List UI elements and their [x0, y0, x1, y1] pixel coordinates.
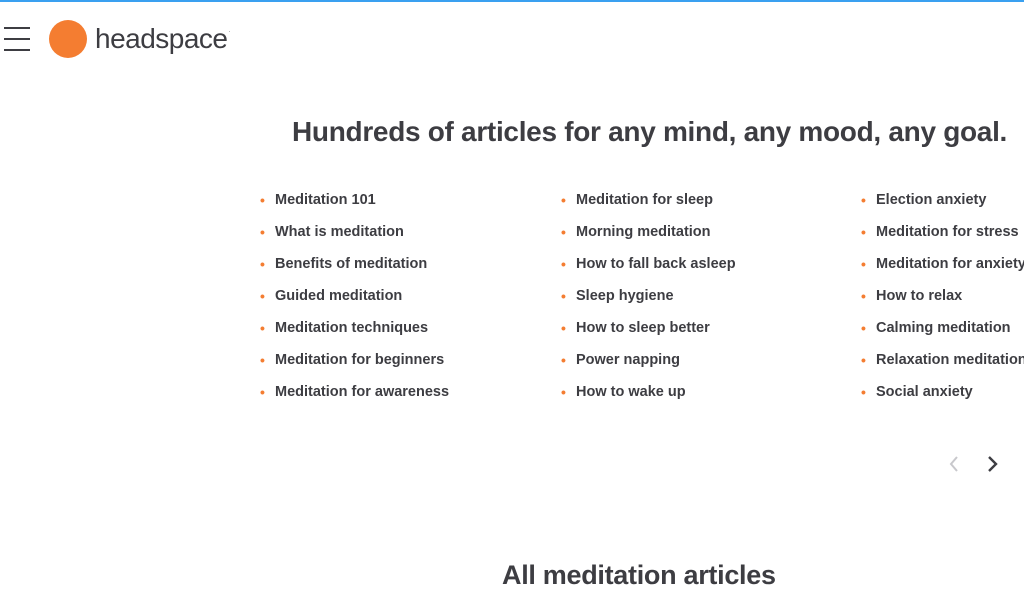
list-item: • Social anxiety [861, 382, 1024, 414]
bullet-icon: • [260, 224, 265, 240]
list-item: • Calming meditation [861, 318, 1024, 350]
bullet-icon: • [561, 384, 566, 400]
list-item: • How to fall back asleep [561, 254, 736, 286]
bullet-icon: • [260, 384, 265, 400]
bullet-icon: • [260, 288, 265, 304]
article-link[interactable]: Benefits of meditation [275, 254, 427, 274]
list-item: • How to sleep better [561, 318, 736, 350]
bullet-icon: • [561, 192, 566, 208]
brand-text: headspace [95, 23, 228, 54]
list-item: • What is meditation [260, 222, 449, 254]
article-link[interactable]: Social anxiety [876, 382, 973, 402]
section-heading: All meditation articles [502, 560, 776, 590]
article-link[interactable]: Meditation for anxiety [876, 254, 1024, 274]
bullet-icon: • [260, 256, 265, 272]
list-item: • Meditation for anxiety [861, 254, 1024, 286]
bullet-icon: • [561, 224, 566, 240]
page-headline: Hundreds of articles for any mind, any m… [292, 116, 1008, 147]
bullet-icon: • [561, 320, 566, 336]
menu-line [4, 27, 30, 29]
list-item: • Meditation for beginners [260, 350, 449, 382]
chevron-left-icon [949, 456, 958, 472]
menu-line [4, 38, 30, 40]
carousel-next-button[interactable] [981, 452, 1005, 476]
list-item: • Morning meditation [561, 222, 736, 254]
list-item: • Relaxation meditation [861, 350, 1024, 382]
chevron-right-icon [988, 456, 998, 472]
bullet-icon: • [861, 352, 866, 368]
article-list-column-1: • Meditation 101 • What is meditation • Ben… [260, 190, 449, 414]
list-item: • How to wake up [561, 382, 736, 414]
article-link[interactable]: Guided meditation [275, 286, 402, 306]
article-link[interactable]: Meditation 101 [275, 190, 376, 210]
bullet-icon: • [861, 320, 866, 336]
list-item: • Meditation for stress [861, 222, 1024, 254]
bullet-icon: • [260, 192, 265, 208]
article-link[interactable]: Calming meditation [876, 318, 1011, 338]
bullet-icon: • [260, 352, 265, 368]
article-link[interactable]: Meditation for beginners [275, 350, 444, 370]
trademark-mark: · [228, 29, 231, 35]
article-link[interactable]: Morning meditation [576, 222, 711, 242]
list-item: • Benefits of meditation [260, 254, 449, 286]
article-link[interactable]: Meditation for sleep [576, 190, 713, 210]
list-item: • Guided meditation [260, 286, 449, 318]
menu-line [4, 49, 30, 51]
article-link[interactable]: Sleep hygiene [576, 286, 674, 306]
article-link[interactable]: Power napping [576, 350, 680, 370]
brand-name: headspace· [95, 23, 230, 55]
list-item: • Meditation 101 [260, 190, 449, 222]
list-item: • Power napping [561, 350, 736, 382]
article-link[interactable]: What is meditation [275, 222, 404, 242]
article-link[interactable]: Meditation for stress [876, 222, 1019, 242]
logo-dot-icon [49, 20, 87, 58]
bullet-icon: • [861, 224, 866, 240]
list-item: • How to relax [861, 286, 1024, 318]
article-link[interactable]: Relaxation meditation [876, 350, 1024, 370]
article-link[interactable]: How to relax [876, 286, 962, 306]
list-item: • Meditation for awareness [260, 382, 449, 414]
bullet-icon: • [861, 288, 866, 304]
article-link[interactable]: Meditation for awareness [275, 382, 449, 402]
list-item: • Meditation techniques [260, 318, 449, 350]
bullet-icon: • [861, 256, 866, 272]
article-link[interactable]: Meditation techniques [275, 318, 428, 338]
bullet-icon: • [561, 256, 566, 272]
article-link[interactable]: How to sleep better [576, 318, 710, 338]
list-item: • Election anxiety [861, 190, 1024, 222]
article-link[interactable]: How to fall back asleep [576, 254, 736, 274]
headspace-logo[interactable]: headspace· [49, 20, 230, 58]
bullet-icon: • [561, 288, 566, 304]
article-list-column-2: • Meditation for sleep • Morning meditatio… [561, 190, 736, 414]
carousel-prev-button[interactable] [942, 452, 966, 476]
article-link[interactable]: How to wake up [576, 382, 686, 402]
bullet-icon: • [861, 192, 866, 208]
list-item: • Meditation for sleep [561, 190, 736, 222]
top-accent-bar [0, 0, 1024, 2]
hamburger-menu-icon[interactable] [4, 27, 30, 51]
bullet-icon: • [861, 384, 866, 400]
bullet-icon: • [260, 320, 265, 336]
bullet-icon: • [561, 352, 566, 368]
article-list-column-3: • Election anxiety • Meditation for stress… [861, 190, 1024, 414]
article-link[interactable]: Election anxiety [876, 190, 986, 210]
list-item: • Sleep hygiene [561, 286, 736, 318]
